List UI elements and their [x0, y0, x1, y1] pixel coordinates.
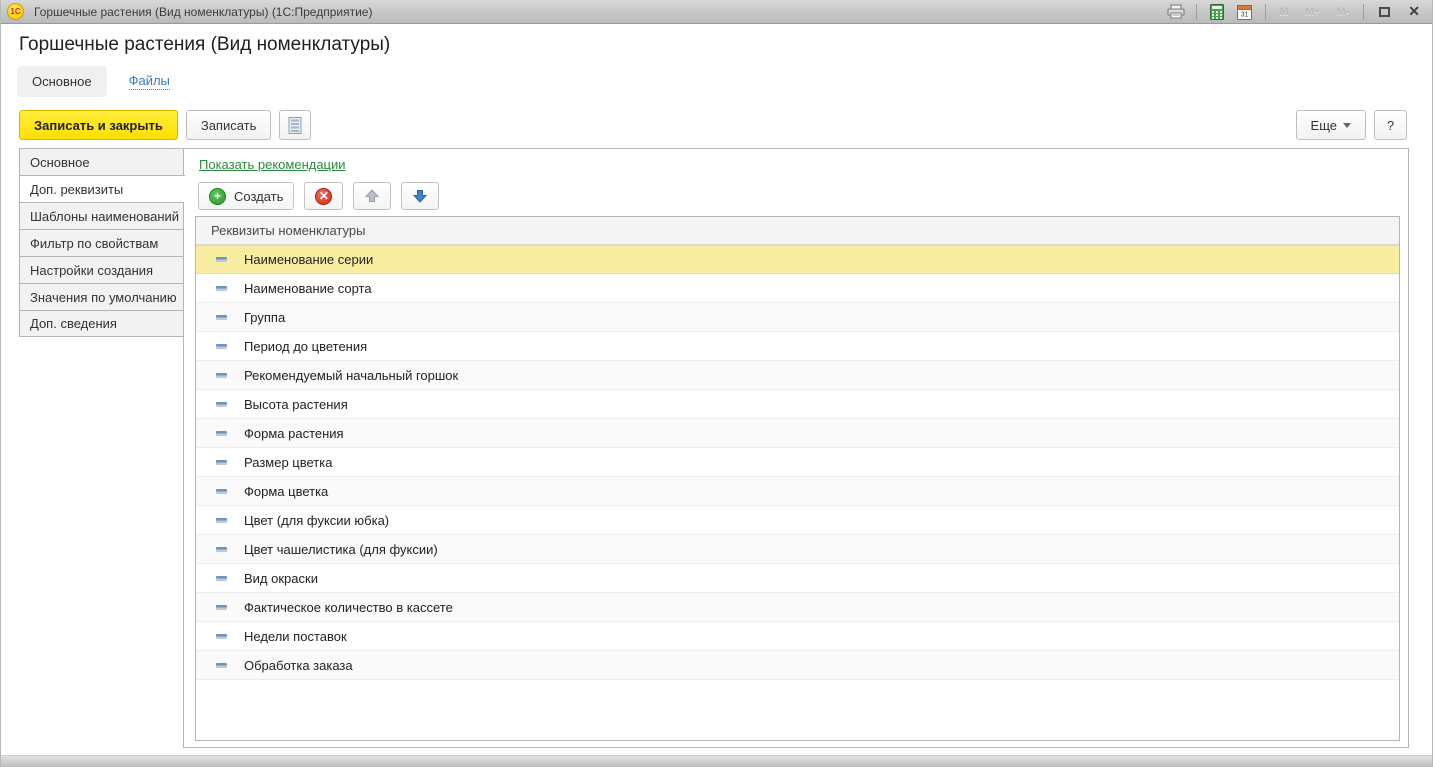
- plus-icon: +: [209, 188, 226, 205]
- svg-text:31: 31: [1241, 11, 1249, 18]
- table-row[interactable]: Рекомендуемый начальный горшок: [196, 361, 1399, 390]
- table-row[interactable]: Форма растения: [196, 419, 1399, 448]
- attribute-dash-icon: [216, 547, 227, 552]
- table-row[interactable]: Вид окраски: [196, 564, 1399, 593]
- maximize-button[interactable]: [1373, 4, 1396, 20]
- delete-icon: ✕: [315, 188, 332, 205]
- table-row[interactable]: Размер цветка: [196, 448, 1399, 477]
- tab-main[interactable]: Основное: [17, 66, 107, 97]
- more-button[interactable]: Еще: [1296, 110, 1366, 140]
- print-icon[interactable]: [1165, 3, 1187, 21]
- sidebar-item[interactable]: Значения по умолчанию: [19, 283, 184, 310]
- table-row[interactable]: Высота растения: [196, 390, 1399, 419]
- attributes-table: Реквизиты номенклатуры Наименование сери…: [195, 216, 1400, 741]
- table-row[interactable]: Наименование серии: [196, 245, 1399, 274]
- attribute-dash-icon: [216, 431, 227, 436]
- memory-mplus-button[interactable]: M+: [1300, 6, 1326, 18]
- table-row[interactable]: Обработка заказа: [196, 651, 1399, 680]
- maximize-icon: [1379, 7, 1390, 17]
- help-button[interactable]: ?: [1374, 110, 1407, 140]
- move-up-button[interactable]: [353, 182, 391, 210]
- attribute-dash-icon: [216, 605, 227, 610]
- memory-mminus-button[interactable]: M-: [1331, 6, 1354, 18]
- sidebar-tabs: ОсновноеДоп. реквизитыШаблоны наименован…: [19, 148, 184, 337]
- titlebar: 1С Горшечные растения (Вид номенклатуры)…: [1, 0, 1432, 24]
- sidebar-item[interactable]: Настройки создания: [19, 256, 184, 283]
- tab-files[interactable]: Файлы: [129, 73, 170, 90]
- attribute-dash-icon: [216, 402, 227, 407]
- 1c-logo-icon: 1С: [7, 3, 24, 20]
- table-row[interactable]: Недели поставок: [196, 622, 1399, 651]
- attribute-dash-icon: [216, 663, 227, 668]
- attribute-dash-icon: [216, 257, 227, 262]
- nav-tabs: Основное Файлы: [17, 66, 170, 97]
- table-row[interactable]: Цвет чашелистика (для фуксии): [196, 535, 1399, 564]
- delete-button[interactable]: ✕: [304, 182, 343, 210]
- history-list-button[interactable]: [279, 110, 311, 140]
- window-title: Горшечные растения (Вид номенклатуры) (1…: [34, 5, 1165, 19]
- app-window: 1С Горшечные растения (Вид номенклатуры)…: [0, 0, 1433, 767]
- attribute-dash-icon: [216, 460, 227, 465]
- table-row[interactable]: Наименование сорта: [196, 274, 1399, 303]
- list-icon: [288, 117, 302, 134]
- table-row[interactable]: Фактическое количество в кассете: [196, 593, 1399, 622]
- command-bar-right: Еще ?: [1296, 110, 1407, 140]
- chevron-down-icon: [1343, 123, 1351, 128]
- attribute-dash-icon: [216, 576, 227, 581]
- attribute-dash-icon: [216, 634, 227, 639]
- calculator-icon[interactable]: [1206, 3, 1228, 21]
- save-and-close-button[interactable]: Записать и закрыть: [19, 110, 178, 140]
- table-row[interactable]: Период до цветения: [196, 332, 1399, 361]
- table-toolbar: + Создать ✕: [198, 182, 439, 210]
- sidebar-item[interactable]: Доп. реквизиты: [19, 175, 185, 202]
- window-bottom-edge: [1, 755, 1432, 767]
- titlebar-separator: [1363, 4, 1364, 20]
- attribute-dash-icon: [216, 286, 227, 291]
- attribute-dash-icon: [216, 489, 227, 494]
- attribute-dash-icon: [216, 373, 227, 378]
- attribute-dash-icon: [216, 315, 227, 320]
- sidebar-item[interactable]: Шаблоны наименований: [19, 202, 184, 229]
- command-bar: Записать и закрыть Записать: [19, 110, 311, 140]
- titlebar-separator: [1196, 4, 1197, 20]
- attribute-dash-icon: [216, 344, 227, 349]
- attribute-dash-icon: [216, 518, 227, 523]
- arrow-up-icon: [364, 188, 380, 204]
- titlebar-separator: [1265, 4, 1266, 20]
- table-row[interactable]: Группа: [196, 303, 1399, 332]
- close-button[interactable]: ✕: [1402, 3, 1426, 20]
- save-button[interactable]: Записать: [186, 110, 272, 140]
- table-column-header[interactable]: Реквизиты номенклатуры: [196, 217, 1399, 245]
- table-row[interactable]: Цвет (для фуксии юбка): [196, 506, 1399, 535]
- calendar-icon[interactable]: 31: [1234, 3, 1256, 21]
- page-title: Горшечные растения (Вид номенклатуры): [19, 34, 390, 56]
- table-row[interactable]: Форма цветка: [196, 477, 1399, 506]
- sidebar-item[interactable]: Фильтр по свойствам: [19, 229, 184, 256]
- create-button[interactable]: + Создать: [198, 182, 294, 210]
- move-down-button[interactable]: [401, 182, 439, 210]
- sidebar-item[interactable]: Доп. сведения: [19, 310, 184, 337]
- table-body: Наименование серии Наименование сорта Гр…: [196, 245, 1399, 680]
- show-recommendations-link[interactable]: Показать рекомендации: [199, 157, 346, 172]
- sidebar-item[interactable]: Основное: [19, 148, 184, 175]
- arrow-down-icon: [412, 188, 428, 204]
- memory-m-button[interactable]: M: [1275, 6, 1294, 18]
- attributes-panel: Показать рекомендации + Создать ✕ Рекви: [183, 148, 1409, 748]
